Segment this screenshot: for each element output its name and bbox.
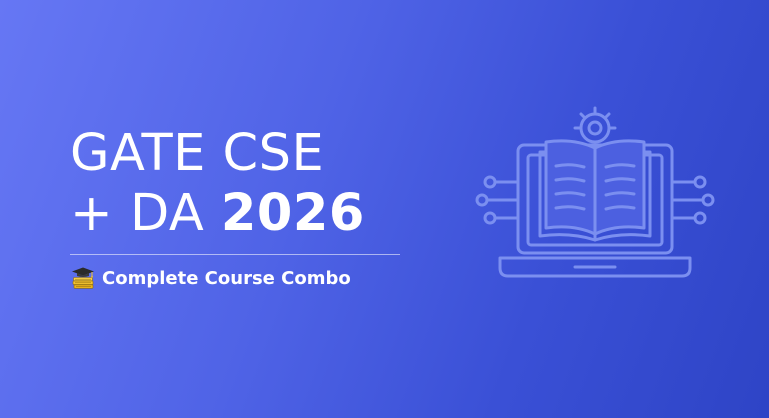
title-year: 2026 (220, 184, 365, 243)
graduation-cap-books-icon (70, 266, 96, 290)
title-line-2: + DA 2026 (70, 184, 410, 244)
banner-title: GATE CSE + DA 2026 (70, 124, 410, 244)
title-prefix: + DA (70, 184, 221, 243)
title-line-1: GATE CSE (70, 124, 325, 183)
laptop-book-circuit-icon (470, 100, 720, 300)
title-divider (70, 254, 400, 255)
course-banner: GATE CSE + DA 2026 Complete Course Combo (0, 0, 769, 418)
banner-subtitle: Complete Course Combo (70, 263, 351, 293)
subtitle-text: Complete Course Combo (102, 267, 351, 289)
